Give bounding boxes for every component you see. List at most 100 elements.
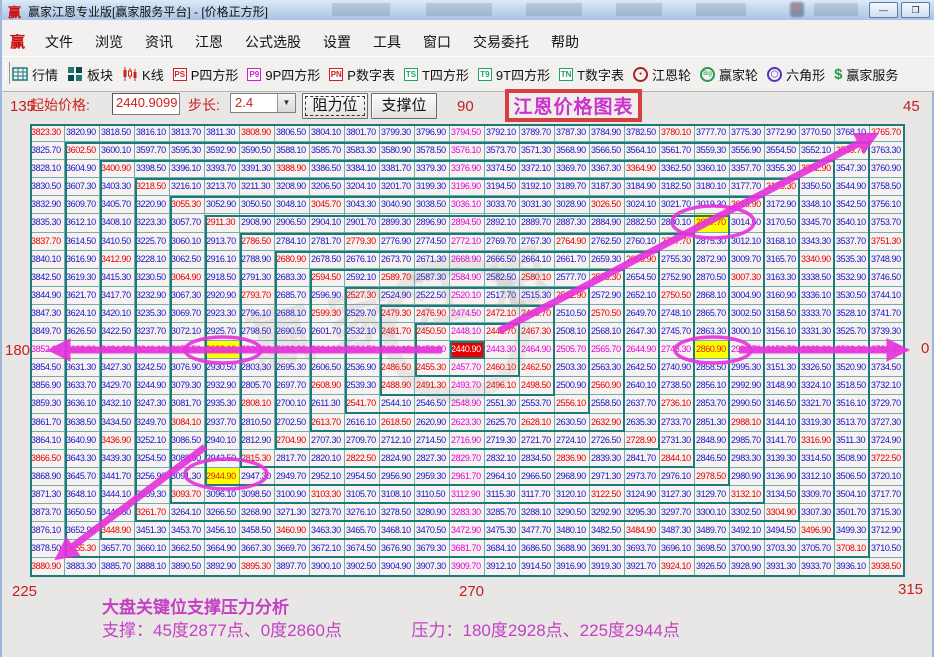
toolbar-item-label: 赢家服务 <box>846 65 898 84</box>
grid-cell: 3811.30 <box>205 124 240 142</box>
toolbar-item-P数字表[interactable]: PNP数字表 <box>329 65 395 84</box>
menu-item-7[interactable]: 工具 <box>362 30 412 54</box>
grid-cell: 3412.90 <box>100 251 135 269</box>
grid-cell: 3290.50 <box>555 504 590 522</box>
grid-cell: 2493.70 <box>450 377 485 395</box>
menu-item-4[interactable]: 江恩 <box>184 30 234 54</box>
grid-cell: 3244.90 <box>135 377 170 395</box>
toolbar-item-六角形[interactable]: ⬡六角形 <box>767 65 825 84</box>
grid-cell: 3086.50 <box>170 432 205 450</box>
grid-cell: 2973.70 <box>625 468 660 486</box>
minimize-button[interactable]: — <box>869 2 898 18</box>
grid-cell: 3400.90 <box>100 160 135 178</box>
grid-cell: 3585.70 <box>310 142 345 160</box>
grid-cell: 3417.70 <box>100 287 135 305</box>
grid-cell: 3374.50 <box>485 160 520 178</box>
grid-cell: 3794.50 <box>450 124 485 142</box>
grid-cell: 3350.50 <box>800 178 835 196</box>
grid-cell: 2985.70 <box>730 432 765 450</box>
support-button[interactable]: 支撑位 <box>371 93 437 119</box>
toolbar-item-赢家服务[interactable]: $赢家服务 <box>834 65 898 84</box>
grid-cell: 2887.30 <box>555 214 590 232</box>
toolbar-item-label: 赢家轮 <box>719 65 758 84</box>
toolbar-item-T数字表[interactable]: TNT数字表 <box>559 65 624 84</box>
grid-cell: 3429.70 <box>100 377 135 395</box>
grid-cell: 3861.70 <box>30 414 65 432</box>
grid-cell: 2808.10 <box>240 395 275 413</box>
grid-cell: 2683.30 <box>275 269 310 287</box>
menu-item-5[interactable]: 公式选股 <box>234 30 312 54</box>
grid-cell: 3079.30 <box>170 377 205 395</box>
grid-cell: 2544.10 <box>380 395 415 413</box>
grid-cell: 3110.50 <box>415 486 450 504</box>
grid-cell: 3933.70 <box>800 558 835 576</box>
grid-cell: 2971.30 <box>590 468 625 486</box>
grid-cell: 2856.10 <box>695 377 730 395</box>
grid-cell: 3914.50 <box>520 558 555 576</box>
toolbar-item-9P四方形[interactable]: P99P四方形 <box>247 65 320 84</box>
menu-item-6[interactable]: 设置 <box>312 30 362 54</box>
toolbar-item-P四方形[interactable]: PSP四方形 <box>173 65 239 84</box>
grid-cell: 3292.90 <box>590 504 625 522</box>
grid-cell: 2817.70 <box>275 450 310 468</box>
grid-cell: 3588.10 <box>275 142 310 160</box>
grid-cell: 2714.50 <box>415 432 450 450</box>
toolbar-item-K线[interactable]: K线 <box>122 65 164 84</box>
grid-cell: 3700.90 <box>730 540 765 558</box>
grid-cell: 3590.50 <box>240 142 275 160</box>
grid-cell: 3268.90 <box>240 504 275 522</box>
menu-item-2[interactable]: 浏览 <box>84 30 134 54</box>
grid-cell: 3038.50 <box>415 196 450 214</box>
grid-cell: 2805.70 <box>240 377 275 395</box>
grid-cell: 3196.90 <box>450 178 485 196</box>
grid-cell: 3648.10 <box>65 486 100 504</box>
grid-cell: 3520.90 <box>835 359 870 377</box>
grid-cell: 3295.30 <box>625 504 660 522</box>
grid-cell: 3084.10 <box>170 414 205 432</box>
toolbar-item-赢家轮[interactable]: Big赢家轮 <box>700 65 758 84</box>
resistance-button[interactable]: 阻力位 <box>302 93 368 119</box>
grid-cell: 3561.70 <box>660 142 695 160</box>
grid-cell: 3508.90 <box>835 450 870 468</box>
grid-cell: 3453.70 <box>170 522 205 540</box>
start-price-input[interactable]: 2440.9099 <box>112 93 180 115</box>
grid-cell: 3708.10 <box>835 540 870 558</box>
menu-item-9[interactable]: 交易委托 <box>462 30 540 54</box>
grid-cell: 2791.30 <box>240 269 275 287</box>
grid-cell: 3062.50 <box>170 251 205 269</box>
toolbar-item-行情[interactable]: 行情 <box>12 65 58 84</box>
menu-item-3[interactable]: 资讯 <box>134 30 184 54</box>
step-dropdown[interactable]: 2.4 ▼ <box>230 93 296 113</box>
brand-logo-icon: 赢 <box>10 31 25 52</box>
toolbar-item-9T四方形[interactable]: T99T四方形 <box>478 65 550 84</box>
grid-cell: 3650.50 <box>65 504 100 522</box>
grid-cell: 3859.30 <box>30 395 65 413</box>
grid-cell: 2724.10 <box>555 432 590 450</box>
titlebar-ghost-widget <box>814 3 858 16</box>
menu-item-10[interactable]: 帮助 <box>540 30 590 54</box>
grid-cell: 2618.50 <box>380 414 415 432</box>
grid-cell: 2704.90 <box>275 432 310 450</box>
grid-cell: 2498.50 <box>520 377 555 395</box>
menu-item-1[interactable]: 文件 <box>34 30 84 54</box>
grid-cell: 3160.90 <box>765 287 800 305</box>
grid-cell: 3717.70 <box>870 486 905 504</box>
chevron-down-icon[interactable]: ▼ <box>277 94 295 112</box>
grid-cell: 3926.50 <box>695 558 730 576</box>
toolbar-item-T四方形[interactable]: TST四方形 <box>404 65 469 84</box>
toolbar-item-板块[interactable]: 板块 <box>67 65 113 84</box>
toolbar-grip[interactable] <box>5 62 10 84</box>
grid-cell: 2491.30 <box>415 377 450 395</box>
grid-cell: 3475.30 <box>485 522 520 540</box>
grid-cell: 3345.70 <box>800 214 835 232</box>
restore-button[interactable]: ❐ <box>901 2 930 18</box>
grid-cell: 2750.50 <box>660 287 695 305</box>
grid-cell: 3422.50 <box>100 323 135 341</box>
toolbar-item-江恩轮[interactable]: ●江恩轮 <box>633 65 691 84</box>
grid-cell: 3170.50 <box>765 214 800 232</box>
menu-item-8[interactable]: 窗口 <box>412 30 462 54</box>
grid-cell: 3357.70 <box>730 160 765 178</box>
grid-cell: 3535.30 <box>835 251 870 269</box>
grid-cell: 2824.90 <box>380 450 415 468</box>
grid-cell: 3919.30 <box>590 558 625 576</box>
